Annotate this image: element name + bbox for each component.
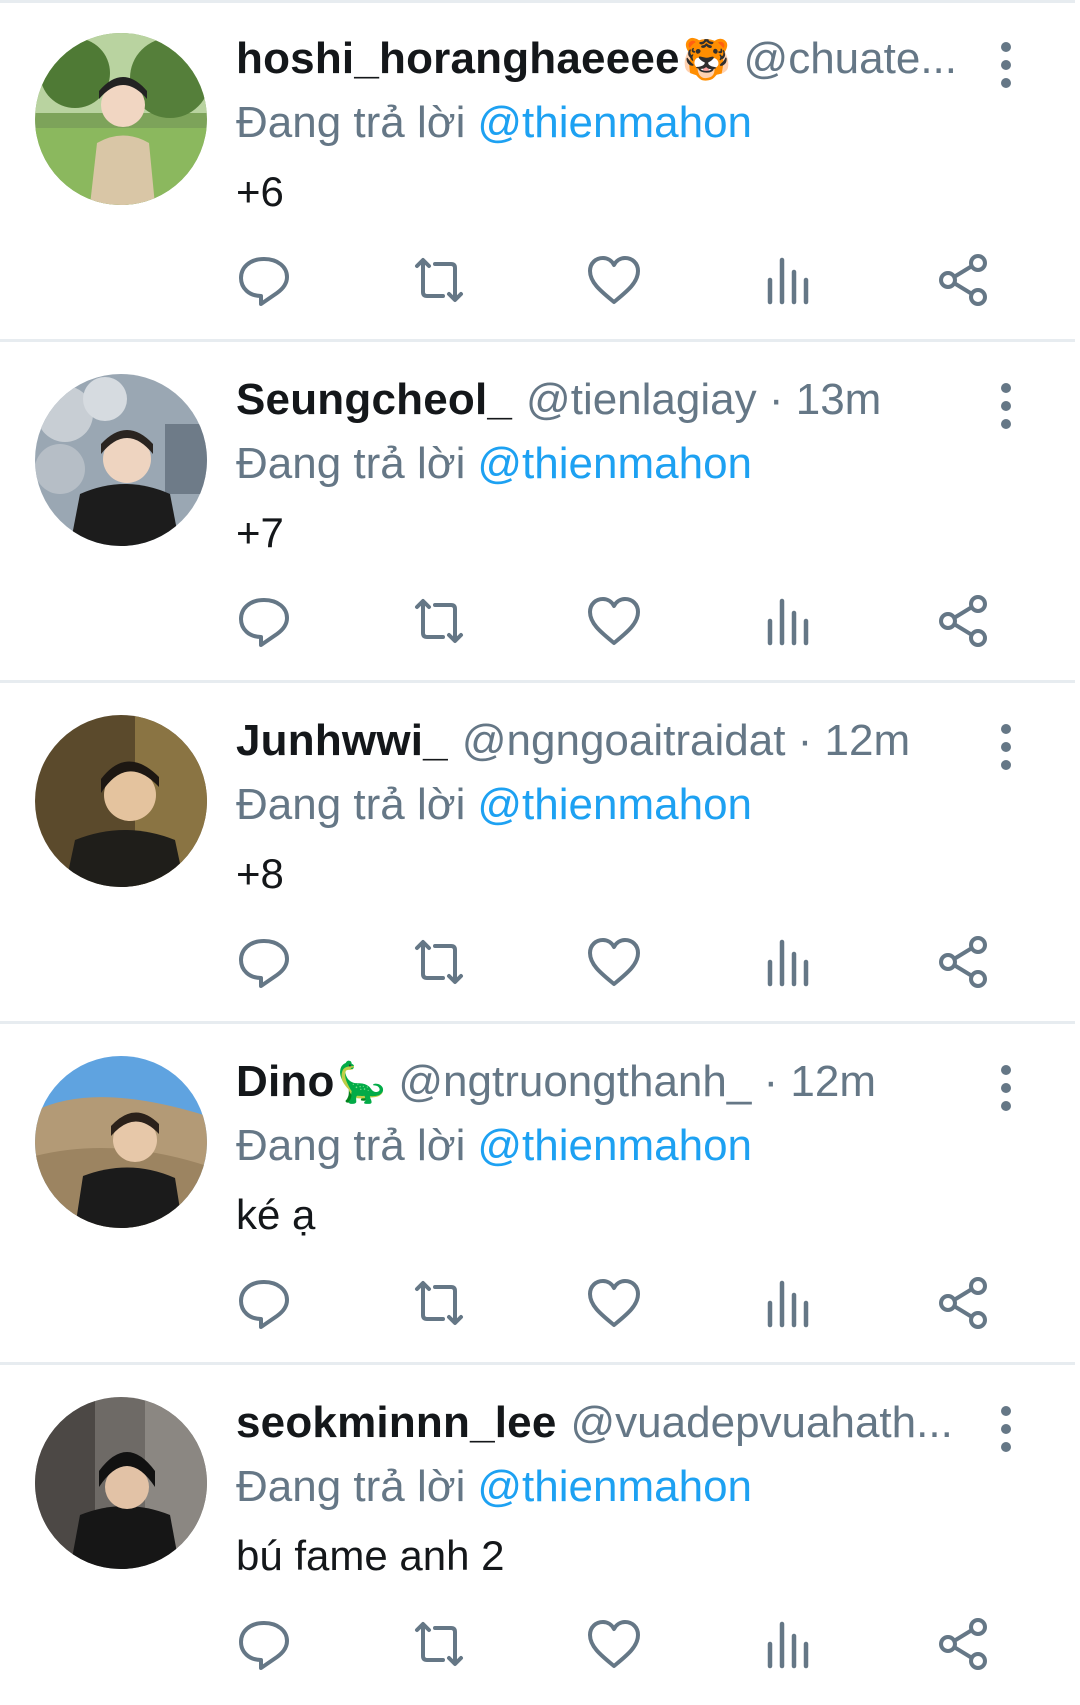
user-handle[interactable]: @tienlagiay — [526, 375, 757, 424]
display-name[interactable]: Junhwwi_ — [236, 716, 448, 765]
tweet-header: Junhwwi_ @ngngoaitraidat · 12m — [236, 716, 956, 778]
replying-label: Đang trả lời — [236, 439, 466, 488]
more-icon[interactable] — [985, 42, 1025, 92]
tweet-text: +8 — [236, 850, 284, 897]
like-icon[interactable] — [584, 932, 644, 992]
tweet-item[interactable]: Seungcheol_ @tienlagiay · 13m Đang trả lờ… — [0, 341, 1080, 681]
display-name[interactable]: seokminnn_lee — [236, 1398, 557, 1447]
user-handle[interactable]: @vuadepvuahath... — [571, 1398, 953, 1447]
action-bar — [0, 932, 1080, 1002]
retweet-icon[interactable] — [409, 932, 469, 992]
analytics-icon[interactable] — [758, 1273, 818, 1333]
share-icon[interactable] — [933, 250, 993, 310]
replying-label: Đang trả lời — [236, 780, 466, 829]
retweet-icon[interactable] — [409, 250, 469, 310]
reply-icon[interactable] — [234, 932, 294, 992]
timestamp: · 12m — [751, 1057, 877, 1106]
share-icon[interactable] — [933, 1614, 993, 1674]
reply-icon[interactable] — [234, 591, 294, 651]
timestamp: · 13m — [756, 375, 882, 424]
display-name[interactable]: Seungcheol_ — [236, 375, 512, 424]
analytics-icon[interactable] — [758, 250, 818, 310]
mention-link[interactable]: @thienmahon — [477, 98, 752, 147]
mention-link[interactable]: @thienmahon — [477, 1462, 752, 1511]
user-handle[interactable]: @ngtruongthanh_ — [398, 1057, 751, 1106]
replying-label: Đang trả lời — [236, 1462, 466, 1511]
action-bar — [0, 1614, 1080, 1684]
like-icon[interactable] — [584, 1273, 644, 1333]
tweet-header: hoshi_horanghaeeee🐯 @chuate... — [236, 34, 956, 96]
analytics-icon[interactable] — [758, 932, 818, 992]
tweet-item[interactable]: hoshi_horanghaeeee🐯 @chuate... Đang trả l… — [0, 0, 1080, 340]
more-icon[interactable] — [985, 383, 1025, 433]
dinosaur-emoji: 🦕 — [336, 1061, 387, 1105]
display-name[interactable]: Dino — [236, 1057, 335, 1106]
display-name[interactable]: hoshi_horanghaeeee — [236, 34, 680, 83]
reply-icon[interactable] — [234, 1273, 294, 1333]
tweet-text: bú fame anh 2 — [236, 1532, 505, 1579]
like-icon[interactable] — [584, 591, 644, 651]
analytics-icon[interactable] — [758, 1614, 818, 1674]
avatar[interactable] — [35, 374, 207, 546]
retweet-icon[interactable] — [409, 1273, 469, 1333]
more-icon[interactable] — [985, 1406, 1025, 1456]
more-icon[interactable] — [985, 1065, 1025, 1115]
tweet-header: Dino🦕 @ngtruongthanh_ · 12m — [236, 1057, 956, 1119]
replying-to: Đang trả lời @thienmahon — [236, 780, 752, 830]
replying-to: Đang trả lời @thienmahon — [236, 1462, 752, 1512]
action-bar — [0, 591, 1080, 661]
mention-link[interactable]: @thienmahon — [477, 780, 752, 829]
more-icon[interactable] — [985, 724, 1025, 774]
share-icon[interactable] — [933, 1273, 993, 1333]
user-handle[interactable]: @chuate... — [744, 34, 956, 83]
action-bar — [0, 250, 1080, 320]
replying-to: Đang trả lời @thienmahon — [236, 1121, 752, 1171]
like-icon[interactable] — [584, 1614, 644, 1674]
retweet-icon[interactable] — [409, 1614, 469, 1674]
user-handle[interactable]: @ngngoaitraidat — [462, 716, 786, 765]
like-icon[interactable] — [584, 250, 644, 310]
mention-link[interactable]: @thienmahon — [477, 439, 752, 488]
share-icon[interactable] — [933, 932, 993, 992]
tweet-item[interactable]: seokminnn_lee @vuadepvuahath... Đang trả … — [0, 1364, 1080, 1704]
replying-to: Đang trả lời @thienmahon — [236, 439, 752, 489]
tweet-header: seokminnn_lee @vuadepvuahath... — [236, 1398, 956, 1460]
action-bar — [0, 1273, 1080, 1343]
timestamp: · 12m — [785, 716, 911, 765]
reply-icon[interactable] — [234, 1614, 294, 1674]
mention-link[interactable]: @thienmahon — [477, 1121, 752, 1170]
tweet-item[interactable]: Dino🦕 @ngtruongthanh_ · 12m Đang trả lời @… — [0, 1023, 1080, 1363]
tweet-text: ké ạ — [236, 1191, 316, 1238]
avatar[interactable] — [35, 715, 207, 887]
replying-label: Đang trả lời — [236, 1121, 466, 1170]
reply-icon[interactable] — [234, 250, 294, 310]
tiger-emoji: 🐯 — [681, 38, 732, 82]
avatar[interactable] — [35, 1056, 207, 1228]
retweet-icon[interactable] — [409, 591, 469, 651]
share-icon[interactable] — [933, 591, 993, 651]
replying-to: Đang trả lời @thienmahon — [236, 98, 752, 148]
tweet-text: +7 — [236, 509, 284, 556]
analytics-icon[interactable] — [758, 591, 818, 651]
tweet-text: +6 — [236, 168, 284, 215]
tweet-header: Seungcheol_ @tienlagiay · 13m — [236, 375, 956, 437]
replying-label: Đang trả lời — [236, 98, 466, 147]
avatar[interactable] — [35, 1397, 207, 1569]
tweet-item[interactable]: Junhwwi_ @ngngoaitraidat · 12m Đang trả l… — [0, 682, 1080, 1022]
avatar[interactable] — [35, 33, 207, 205]
